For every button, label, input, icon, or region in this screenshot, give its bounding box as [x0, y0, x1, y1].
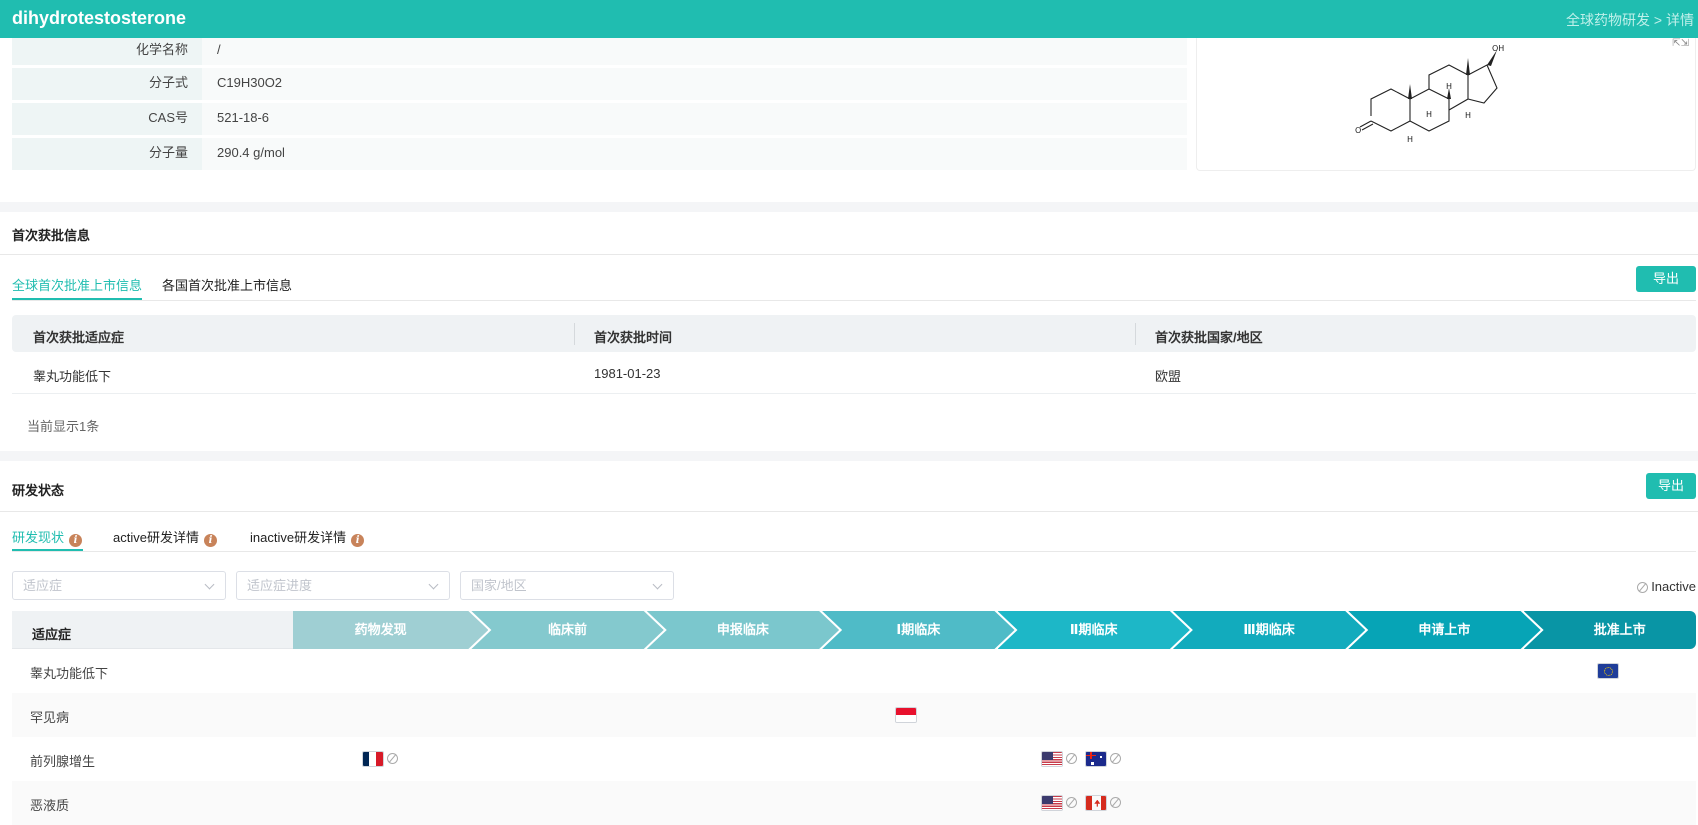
- select-placeholder: 适应症进度: [247, 578, 313, 593]
- info-label: CAS号: [12, 103, 202, 135]
- inactive-icon: [1110, 797, 1122, 809]
- pipeline-row: 睾丸功能低下: [12, 649, 1696, 693]
- hydrogen-label: H: [1407, 135, 1413, 144]
- page-title: dihydrotestosterone: [12, 8, 187, 28]
- stage-cell: [361, 750, 398, 767]
- info-value: /: [202, 38, 1187, 65]
- info-label: 分子式: [12, 68, 202, 100]
- column-header: 首次获批适应症: [33, 330, 125, 345]
- stage-cell: [894, 706, 917, 723]
- tab-inactive-rd-details[interactable]: inactive研发详情 i: [250, 527, 365, 547]
- france-flag-icon[interactable]: [361, 750, 384, 767]
- indonesia-flag-icon[interactable]: [894, 706, 917, 723]
- tab-label: 研发现状: [12, 530, 65, 545]
- table-footer-count: 当前显示1条: [27, 419, 100, 434]
- info-value: 521-18-6: [202, 103, 1187, 135]
- inactive-icon: [386, 753, 398, 765]
- us-flag-icon[interactable]: [1041, 750, 1064, 767]
- oxygen-label: O: [1355, 126, 1361, 135]
- select-placeholder: 适应症: [23, 578, 63, 593]
- info-label: 化学名称: [12, 38, 202, 65]
- inactive-icon: [1066, 753, 1078, 765]
- inactive-icon: [1110, 753, 1122, 765]
- table-cell: 欧盟: [1155, 369, 1182, 384]
- stage-header: 申请上市: [1348, 611, 1540, 649]
- us-flag-icon[interactable]: [1041, 794, 1064, 811]
- stage-cell: [1041, 750, 1122, 767]
- column-header: 适应症: [32, 627, 72, 642]
- tab-label: inactive研发详情: [250, 530, 347, 545]
- hydrogen-label: H: [1426, 110, 1432, 119]
- australia-flag-icon[interactable]: [1085, 750, 1108, 767]
- stage-header: 临床前: [471, 611, 663, 649]
- country-select[interactable]: 国家/地区: [460, 571, 674, 600]
- hydrogen-label: H: [1465, 111, 1471, 120]
- inactive-legend: Inactive: [1636, 579, 1696, 594]
- indication-label: 前列腺增生: [30, 754, 96, 769]
- chevron-down-icon: [428, 579, 439, 590]
- table-header: 首次获批适应症 首次获批时间 首次获批国家/地区: [12, 315, 1696, 352]
- expand-icon[interactable]: ⇱⇲: [1672, 39, 1689, 49]
- canada-flag-icon[interactable]: [1085, 794, 1108, 811]
- section-title: 首次获批信息: [12, 228, 91, 243]
- stage-header: 药物发现: [293, 611, 488, 649]
- eu-flag-icon[interactable]: [1596, 662, 1619, 679]
- export-button[interactable]: 导出: [1646, 473, 1696, 499]
- breadcrumb[interactable]: 全球药物研发 > 详情: [1566, 10, 1694, 30]
- inactive-icon: [1636, 582, 1648, 594]
- divider: [12, 300, 1696, 301]
- column-header: 首次获批时间: [594, 330, 673, 345]
- table-cell: 1981-01-23: [594, 366, 661, 381]
- stage-header: Ⅱ期临床: [998, 611, 1190, 649]
- structure-image: O OH H H H H ⇱⇲: [1196, 38, 1696, 171]
- divider: [0, 511, 1698, 512]
- stage-cell: [1596, 662, 1619, 679]
- stage-header: Ⅰ期临床: [822, 611, 1014, 649]
- info-icon: i: [351, 534, 365, 547]
- inactive-icon: [1066, 797, 1078, 809]
- indication-progress-select[interactable]: 适应症进度: [236, 571, 450, 600]
- tab-label: active研发详情: [113, 530, 199, 545]
- stage-cell: [1041, 794, 1122, 811]
- table-row: 睾丸功能低下 1981-01-23 欧盟: [12, 352, 1696, 394]
- table-cell: 睾丸功能低下: [33, 369, 112, 384]
- app-header: dihydrotestosterone 全球药物研发 > 详情: [0, 0, 1698, 38]
- hydrogen-label: H: [1446, 82, 1452, 91]
- stage-header: 申报临床: [647, 611, 839, 649]
- column-header: 首次获批国家/地区: [1155, 330, 1263, 345]
- info-label: 分子量: [12, 138, 202, 170]
- molecule-structure: O OH H H H H: [1355, 44, 1504, 144]
- column-separator: [1135, 323, 1136, 345]
- stage-header: 批准上市: [1523, 611, 1696, 649]
- info-icon: i: [203, 534, 217, 547]
- tab-country-first-approval[interactable]: 各国首次批准上市信息: [162, 275, 292, 294]
- pipeline-row: 前列腺增生: [12, 737, 1696, 781]
- indication-label: 恶液质: [30, 798, 70, 813]
- chevron-down-icon: [652, 579, 663, 590]
- select-placeholder: 国家/地区: [471, 578, 527, 593]
- indication-select[interactable]: 适应症: [12, 571, 226, 600]
- legend-label: Inactive: [1651, 579, 1696, 594]
- info-value: 290.4 g/mol: [202, 138, 1187, 170]
- divider: [12, 551, 1696, 552]
- info-value: C19H30O2: [202, 68, 1187, 100]
- tab-global-first-approval[interactable]: 全球首次批准上市信息: [12, 275, 142, 294]
- stage-header: Ⅲ期临床: [1173, 611, 1365, 649]
- indication-label: 睾丸功能低下: [30, 666, 109, 681]
- indication-column-header: 适应症: [12, 611, 293, 649]
- hydroxyl-label: OH: [1492, 44, 1504, 53]
- section-divider: [0, 202, 1698, 212]
- tab-active-rd-details[interactable]: active研发详情 i: [113, 527, 217, 547]
- divider: [0, 254, 1698, 255]
- section-title: 研发状态: [12, 483, 65, 498]
- section-divider: [0, 451, 1698, 461]
- column-separator: [574, 323, 575, 345]
- pipeline-row: 罕见病: [12, 693, 1696, 737]
- export-button[interactable]: 导出: [1636, 266, 1696, 292]
- tab-rd-current[interactable]: 研发现状 i: [12, 527, 83, 547]
- indication-label: 罕见病: [30, 710, 70, 725]
- chevron-down-icon: [204, 579, 215, 590]
- pipeline-row: 恶液质: [12, 781, 1696, 825]
- info-icon: i: [69, 534, 83, 547]
